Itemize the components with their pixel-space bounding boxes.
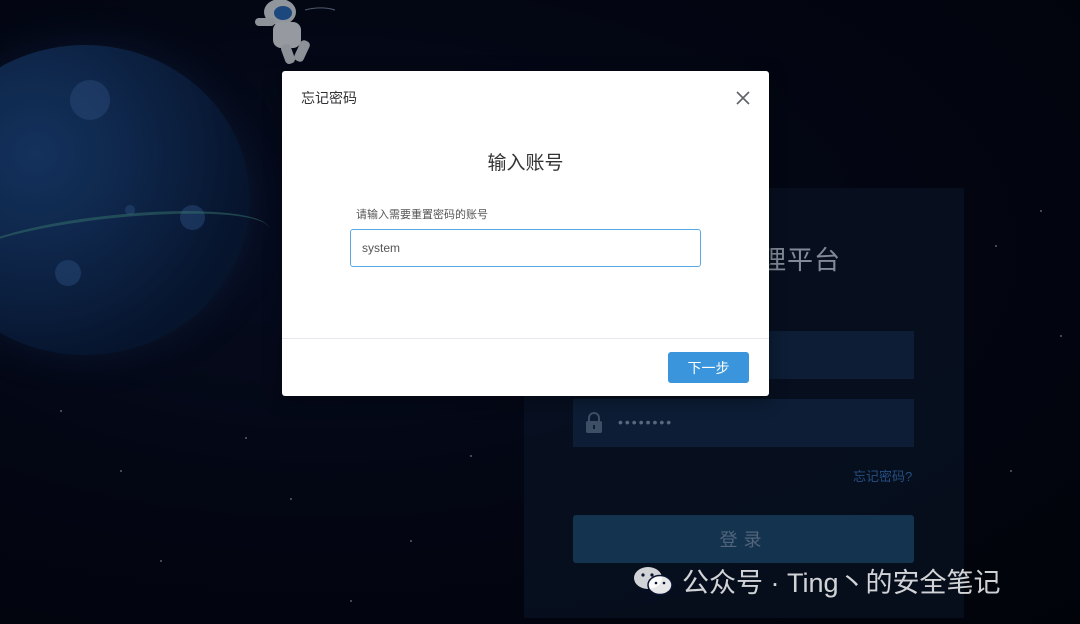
page-background: 理平台 •••••••• 忘记密码? 登录 忘记密码 输入账号 请输入需要重置密… (0, 0, 1080, 624)
forgot-password-dialog: 忘记密码 输入账号 请输入需要重置密码的账号 下一步 (282, 71, 769, 396)
close-icon[interactable] (732, 87, 754, 109)
dialog-title: 忘记密码 (301, 90, 357, 106)
dialog-divider (282, 338, 769, 339)
account-input[interactable] (350, 229, 701, 267)
watermark: 公众号 · Ting丶的安全笔记 (632, 561, 1001, 600)
account-field-label: 请输入需要重置密码的账号 (356, 209, 488, 221)
step-heading: 输入账号 (487, 153, 564, 174)
dialog-header: 忘记密码 (282, 71, 769, 123)
watermark-text: 公众号 · Ting丶的安全笔记 (682, 568, 1001, 598)
wechat-icon (634, 566, 673, 595)
next-step-button[interactable]: 下一步 (668, 352, 749, 383)
